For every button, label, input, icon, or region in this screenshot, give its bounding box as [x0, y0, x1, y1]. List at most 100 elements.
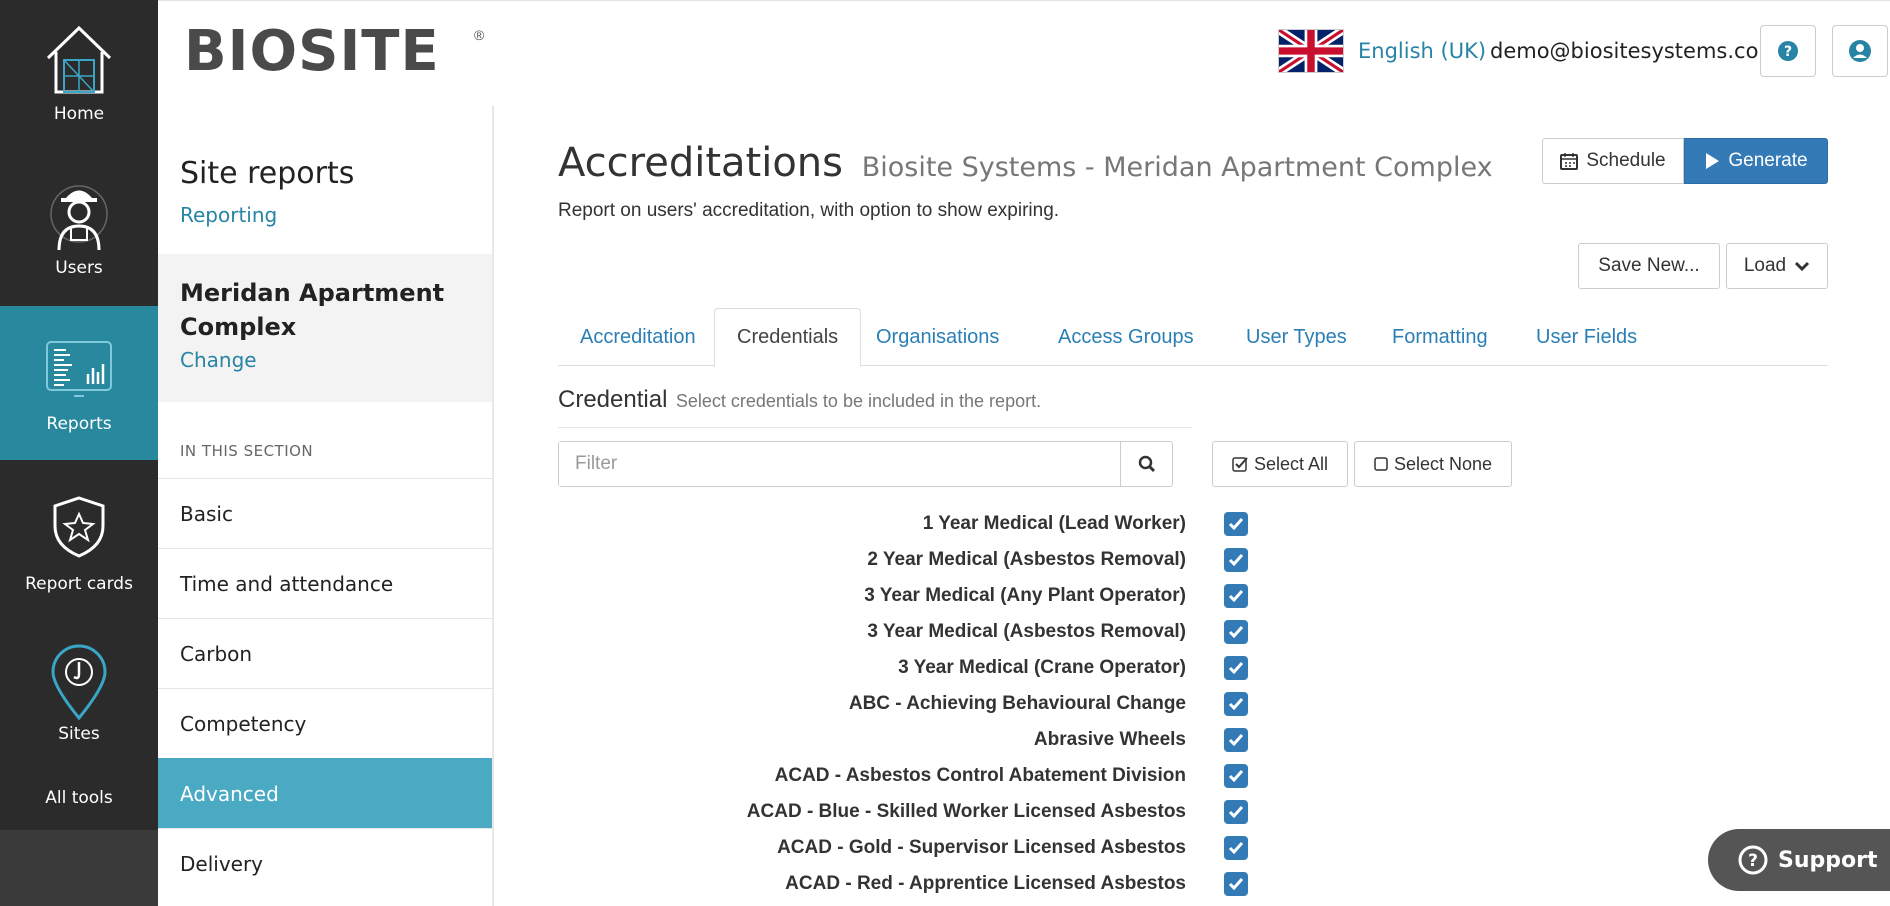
credential-checkbox[interactable]	[1224, 512, 1248, 536]
credential-row: 2 Year Medical (Asbestos Removal)	[558, 542, 1248, 578]
save-new-button[interactable]: Save New...	[1578, 243, 1720, 289]
section-nav-list: Basic Time and attendance Carbon Compete…	[158, 478, 492, 898]
change-site-link[interactable]: Change	[180, 348, 470, 372]
check-icon	[1228, 842, 1244, 855]
location-pin-icon	[51, 644, 107, 721]
reporting-link[interactable]: Reporting	[180, 203, 470, 227]
language-selector[interactable]: English (UK)	[1358, 39, 1486, 63]
filter-search-button[interactable]	[1120, 442, 1172, 486]
save-new-label: Save New...	[1598, 255, 1700, 276]
credential-checkbox[interactable]	[1224, 656, 1248, 680]
tab-organisations[interactable]: Organisations	[854, 308, 1021, 366]
nav-users-label: Users	[55, 258, 103, 278]
credential-label: 3 Year Medical (Crane Operator)	[898, 657, 1186, 678]
section-description: Select credentials to be included in the…	[675, 391, 1042, 411]
credential-checkbox[interactable]	[1224, 836, 1248, 860]
credential-label: ACAD - Gold - Supervisor Licensed Asbest…	[777, 837, 1186, 858]
main-content: Accreditations Biosite Systems - Meridan…	[558, 106, 1828, 906]
nav-sites-label: Sites	[58, 724, 100, 744]
report-title: Accreditations	[558, 140, 843, 186]
shield-star-icon	[53, 496, 105, 558]
filter-input[interactable]	[559, 442, 1120, 486]
credential-row: 3 Year Medical (Asbestos Removal)	[558, 614, 1248, 650]
question-icon: ?	[1778, 41, 1798, 61]
check-icon	[1228, 554, 1244, 567]
nav-report-cards[interactable]: Report cards	[0, 494, 158, 594]
credential-label: ABC - Achieving Behavioural Change	[848, 693, 1186, 714]
sidebar-item-time-and-attendance[interactable]: Time and attendance	[158, 548, 492, 618]
empty-square-icon	[1374, 457, 1388, 471]
report-subtitle: Biosite Systems - Meridan Apartment Comp…	[861, 152, 1493, 183]
user-icon	[1849, 40, 1871, 62]
home-icon	[46, 25, 112, 94]
search-icon	[1138, 455, 1155, 473]
credential-label: 3 Year Medical (Asbestos Removal)	[867, 621, 1186, 642]
credential-checkbox[interactable]	[1224, 800, 1248, 824]
credential-checkbox[interactable]	[1224, 728, 1248, 752]
section-heading: Credential	[558, 386, 668, 413]
generate-button[interactable]: Generate	[1684, 138, 1828, 184]
select-none-button[interactable]: Select None	[1354, 441, 1512, 487]
check-icon	[1228, 698, 1244, 711]
sidebar-item-basic[interactable]: Basic	[158, 478, 492, 548]
nav-sites[interactable]: Sites	[0, 644, 158, 748]
credential-section-header: Credential Select credentials to be incl…	[558, 386, 1192, 428]
play-icon	[1706, 153, 1720, 169]
credential-checkbox[interactable]	[1224, 872, 1248, 896]
help-button[interactable]: ?	[1760, 25, 1816, 77]
select-all-label: Select All	[1253, 453, 1329, 474]
nav-all-tools[interactable]: All tools	[0, 788, 158, 818]
nav-reports[interactable]: Reports	[0, 306, 158, 460]
schedule-button[interactable]: Schedule	[1542, 138, 1684, 184]
credential-row: 3 Year Medical (Crane Operator)	[558, 650, 1248, 686]
generate-label: Generate	[1728, 150, 1808, 171]
nav-home[interactable]: Home	[0, 22, 158, 132]
credential-checkbox[interactable]	[1224, 692, 1248, 716]
sidebar-item-delivery[interactable]: Delivery	[158, 828, 492, 898]
support-button[interactable]: ? Support	[1708, 829, 1890, 891]
credential-checkbox[interactable]	[1224, 620, 1248, 644]
tab-user-types[interactable]: User Types	[1224, 308, 1369, 366]
load-dropdown[interactable]: Load	[1726, 243, 1828, 289]
biosite-logo[interactable]: BIOSITE ®	[184, 19, 484, 84]
check-icon	[1228, 734, 1244, 747]
sidebar-item-carbon[interactable]: Carbon	[158, 618, 492, 688]
section-label: IN THIS SECTION	[180, 442, 314, 460]
svg-text:?: ?	[1784, 44, 1792, 60]
credential-row: 3 Year Medical (Any Plant Operator)	[558, 578, 1248, 614]
credential-row: ACAD - Gold - Supervisor Licensed Asbest…	[558, 830, 1248, 866]
check-icon	[1228, 878, 1244, 891]
sidebar-item-advanced[interactable]: Advanced	[158, 758, 492, 828]
report-icon	[46, 341, 112, 397]
user-email[interactable]: demo@biositesystems.com	[1490, 39, 1779, 63]
logo-registered-mark: ®	[474, 27, 485, 43]
report-description: Report on users' accreditation, with opt…	[558, 200, 1060, 221]
nav-report-cards-label: Report cards	[25, 574, 133, 594]
svg-text:?: ?	[1748, 851, 1758, 871]
account-button[interactable]	[1832, 25, 1888, 77]
sidebar-header: Site reports Reporting	[158, 106, 492, 254]
section-sidebar: Site reports Reporting Meridan Apartment…	[158, 106, 494, 906]
site-name: Meridan Apartment Complex	[180, 279, 445, 341]
credential-row: ACAD - Blue - Skilled Worker Licensed As…	[558, 794, 1248, 830]
credential-checkbox[interactable]	[1224, 548, 1248, 572]
tab-access-groups[interactable]: Access Groups	[1036, 308, 1216, 366]
tab-formatting[interactable]: Formatting	[1370, 308, 1510, 366]
tab-accreditation[interactable]: Accreditation	[558, 308, 718, 366]
tab-credentials[interactable]: Credentials	[714, 308, 862, 367]
credential-checkbox[interactable]	[1224, 584, 1248, 608]
question-circle-icon: ?	[1738, 845, 1768, 875]
credential-label: 2 Year Medical (Asbestos Removal)	[867, 549, 1186, 570]
uk-flag-icon[interactable]	[1278, 29, 1344, 73]
nav-users[interactable]: Users	[0, 180, 158, 290]
top-header: BIOSITE ® English (UK) demo@biositesyste…	[158, 0, 1890, 106]
check-icon	[1228, 806, 1244, 819]
credential-row: Abrasive Wheels	[558, 722, 1248, 758]
sidebar-item-competency[interactable]: Competency	[158, 688, 492, 758]
checked-square-icon	[1232, 457, 1248, 472]
credential-checkbox[interactable]	[1224, 764, 1248, 788]
worker-icon	[50, 185, 108, 251]
tab-user-fields[interactable]: User Fields	[1514, 308, 1659, 366]
select-all-button[interactable]: Select All	[1212, 441, 1348, 487]
credential-label: ACAD - Asbestos Control Abatement Divisi…	[774, 765, 1186, 786]
